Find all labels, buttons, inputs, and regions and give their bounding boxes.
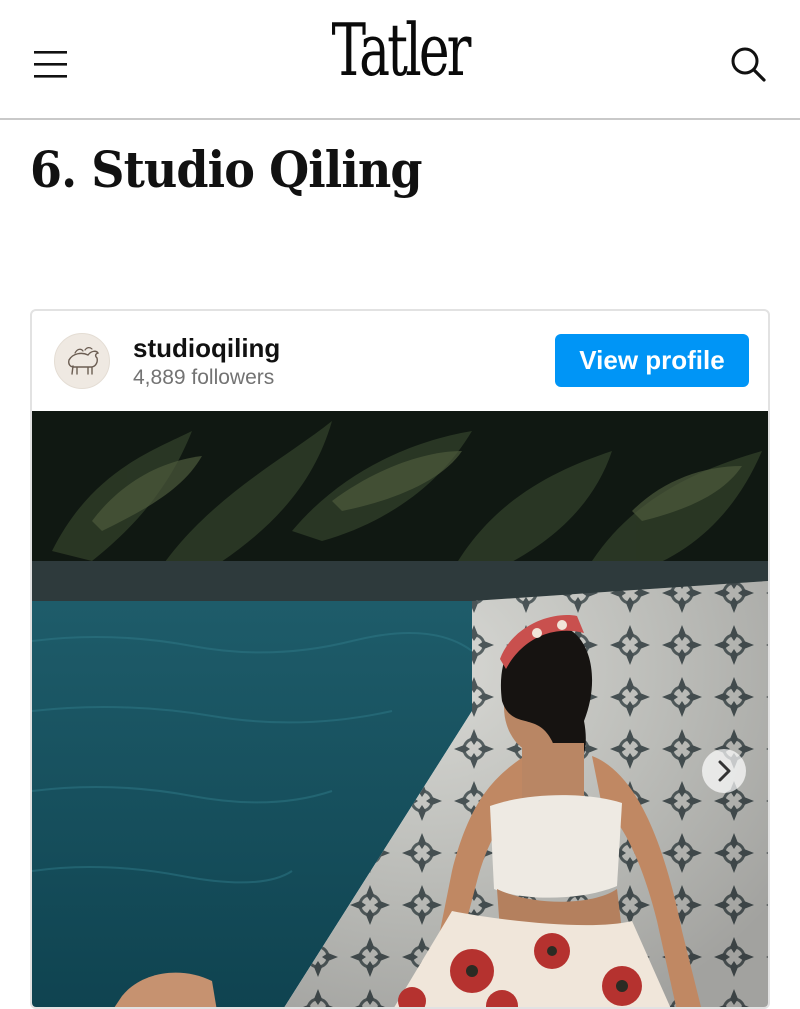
chevron-right-icon (718, 760, 731, 782)
top-navigation-bar: Tatler (0, 0, 800, 120)
search-button[interactable] (728, 44, 768, 84)
carousel-next-button[interactable] (702, 749, 746, 793)
profile-username[interactable]: studioqiling (133, 333, 280, 364)
menu-button[interactable] (30, 44, 70, 84)
profile-avatar[interactable] (54, 333, 110, 389)
instagram-embed: studioqiling 4,889 followers View profil… (30, 309, 770, 1009)
search-icon (731, 47, 766, 82)
article-section-heading: 6. Studio Qiling (30, 140, 423, 199)
post-photo[interactable] (32, 411, 768, 1009)
qilin-logo-icon (68, 347, 100, 375)
view-profile-button[interactable]: View profile (555, 334, 749, 387)
embed-header: studioqiling 4,889 followers View profil… (32, 311, 768, 411)
tatler-logo[interactable]: Tatler (112, 14, 688, 86)
follower-count: 4,889 followers (133, 366, 275, 389)
hamburger-menu-icon (34, 51, 67, 78)
